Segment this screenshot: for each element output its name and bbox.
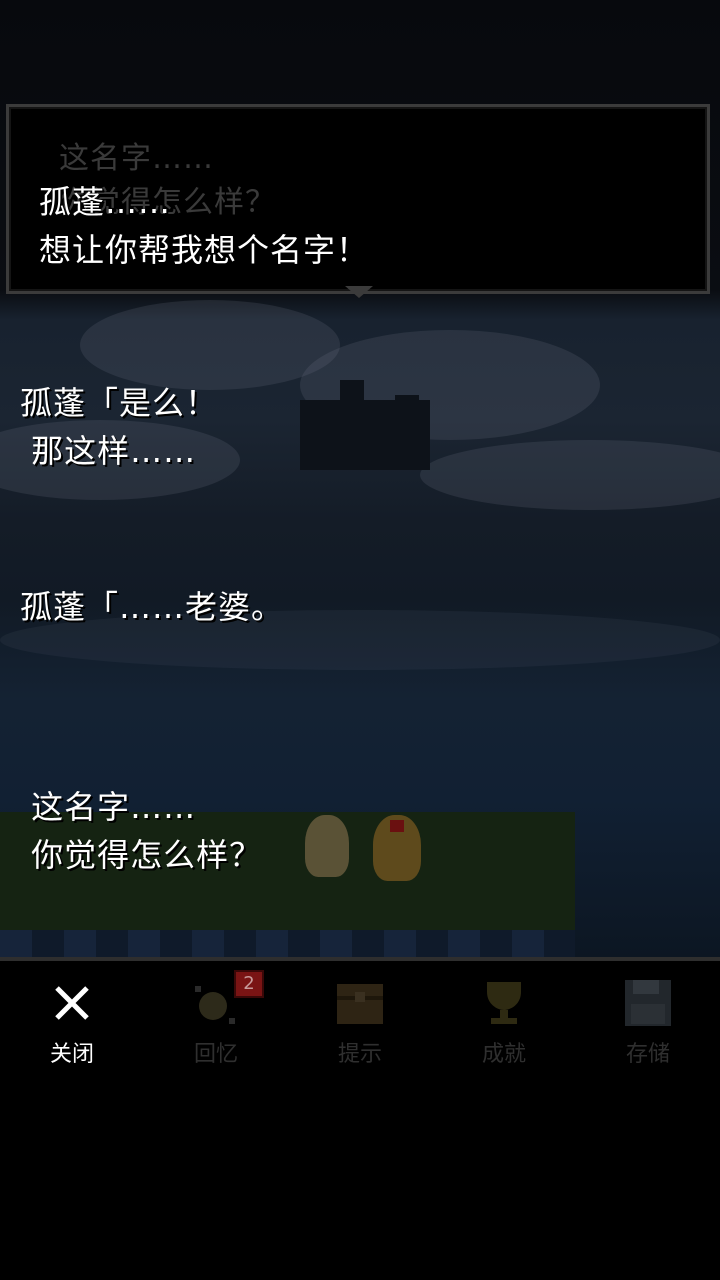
close-icon <box>55 986 89 1020</box>
tab-close-label: 关闭 <box>49 1042 94 1067</box>
log-line: 你觉得怎么样？ <box>20 836 263 874</box>
log-line: 这名字…… <box>20 788 197 826</box>
log-line: 孤蓬「……老婆。 <box>20 588 285 626</box>
memory-badge: 2 <box>234 970 264 998</box>
log-line: 孤蓬「是么！ <box>20 384 219 422</box>
tab-save[interactable]: 存储 <box>576 962 720 1067</box>
hero-sprite <box>305 815 349 877</box>
tab-achievements-label: 成就 <box>481 1042 526 1067</box>
previous-dialog-line: 这名字…… <box>59 141 214 176</box>
dialog-continue-arrow-icon <box>345 286 373 298</box>
log-line: 那这样…… <box>20 432 197 470</box>
tab-hint[interactable]: 提示 <box>288 962 432 1067</box>
castle-tower <box>395 395 419 425</box>
tab-achievements[interactable]: 成就 <box>432 962 576 1067</box>
tab-close[interactable]: 关闭 <box>0 962 144 1067</box>
dialog-box[interactable]: 这名字…… 你觉得怎么样？ 孤蓬…… 想让你帮我想个名字！ <box>6 104 710 294</box>
bottom-tab-bar: 关闭 2 回忆 提示 成就 存储 <box>0 962 720 1067</box>
tab-memory[interactable]: 2 回忆 <box>144 962 288 1067</box>
floppy-disk-icon <box>625 980 671 1026</box>
tab-hint-label: 提示 <box>337 1042 382 1067</box>
trophy-icon <box>487 982 521 1024</box>
tab-save-label: 存储 <box>625 1042 670 1067</box>
castle-tower <box>340 380 364 410</box>
tab-memory-label: 回忆 <box>193 1042 238 1067</box>
hair-ribbon <box>390 820 404 832</box>
cloud <box>420 440 720 510</box>
treasure-chest-icon <box>337 984 383 1024</box>
water-edge <box>0 930 575 960</box>
dialog-speaker-line: 孤蓬…… <box>39 183 172 221</box>
tabbar-divider <box>0 957 720 961</box>
dialog-text-line: 想让你帮我想个名字！ <box>39 231 370 269</box>
